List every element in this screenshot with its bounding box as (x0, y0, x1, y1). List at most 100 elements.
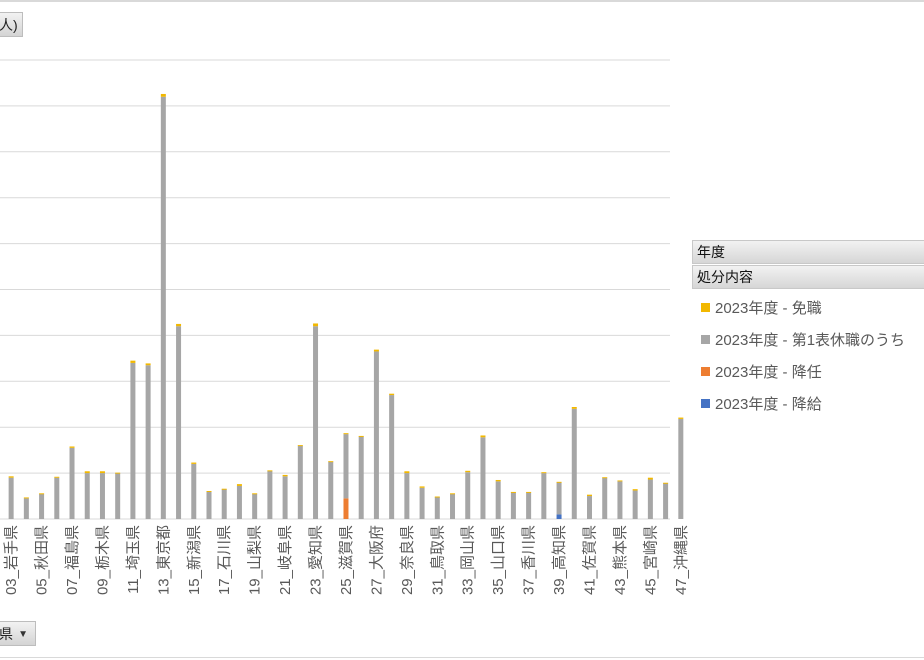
legend-item-pay-cut: 2023年度 - 降給 (701, 393, 822, 414)
bar-segment (571, 408, 577, 519)
x-tick-label: 41_佐賀県 (582, 525, 599, 595)
bar-segment (313, 326, 319, 519)
bar-segment (343, 433, 349, 435)
bar-segment (267, 470, 273, 472)
bar-segment (602, 477, 608, 479)
bar-segment (358, 436, 364, 519)
bar-segment (480, 437, 486, 519)
bar-segment (343, 434, 349, 499)
x-tick-label: 35_山口県 (490, 525, 507, 595)
x-tick-label: 33_岡山県 (460, 525, 477, 595)
bar-segment (510, 491, 516, 493)
bar-segment (663, 482, 669, 484)
bar-segment (465, 470, 471, 473)
bar-segment (328, 461, 334, 519)
bar-segment (678, 418, 684, 519)
legend-label: 2023年度 - 降任 (715, 364, 822, 381)
bar-segment (313, 323, 319, 327)
bar-segment (632, 490, 638, 519)
legend-item-leave: 2023年度 - 第1表休職のうち (701, 329, 905, 350)
bar-segment (115, 472, 121, 474)
bar-segment (434, 496, 440, 519)
bar-segment (160, 93, 166, 97)
bar-segment (510, 492, 516, 519)
legend-item-demotion: 2023年度 - 降任 (701, 361, 822, 382)
bar-segment (495, 479, 501, 482)
bar-segment (647, 479, 653, 519)
bar-segment (602, 477, 608, 519)
bar-segment (526, 492, 532, 519)
bar-segment (145, 363, 151, 366)
bar-segment (221, 489, 227, 519)
value-field-label: 人) (0, 16, 18, 33)
x-tick-label: 21_岐阜県 (277, 525, 294, 595)
bar-segment (343, 498, 349, 519)
bar-segment (663, 483, 669, 519)
bar-segment (282, 476, 288, 519)
bar-segment (526, 491, 532, 493)
bar-segment (252, 493, 258, 495)
bar-segment (404, 471, 410, 474)
x-tick-label: 43_熊本県 (612, 525, 629, 595)
bar-segment (99, 473, 105, 519)
bar-segment (160, 96, 166, 519)
bar-segment (191, 462, 197, 464)
x-tick-label: 37_香川県 (521, 525, 538, 595)
bar-segment (39, 493, 45, 495)
legend-swatch-icon (701, 399, 710, 408)
bar-segment (115, 473, 121, 519)
bar-segment (373, 349, 379, 352)
bar-segment (8, 476, 14, 478)
gridlines (0, 59, 670, 520)
x-tick-label: 31_鳥取県 (428, 525, 446, 595)
value-field-button[interactable]: 人) (0, 12, 23, 37)
bar-segment (23, 498, 29, 519)
legend-year-field-button[interactable]: 年度 (692, 240, 924, 264)
bar-segment (419, 486, 425, 488)
bar-segment (176, 326, 182, 519)
axis-field-button[interactable]: 県 ▼ (0, 621, 36, 646)
bar-segment (206, 491, 212, 519)
bar-segment (571, 407, 577, 409)
bar-segment (465, 472, 471, 519)
bar-segment (84, 471, 90, 474)
bar-segment (587, 494, 592, 497)
bar-segment (556, 482, 562, 515)
bar-segment (541, 473, 547, 519)
bar-segment (236, 484, 242, 486)
x-tick-label: 47_沖縄県 (673, 525, 690, 595)
bar-segment (130, 362, 136, 519)
x-axis-tick-labels: 01_北海道03_岩手県05_秋田県07_福島県09_栃木県11_埼玉県13_東… (3, 525, 690, 595)
x-tick-label: 27_大阪府 (368, 525, 385, 595)
bar-segment (404, 473, 410, 519)
legend-swatch-icon (701, 303, 710, 312)
bar-segment (297, 445, 303, 447)
x-tick-label: 17_石川県 (216, 525, 233, 595)
bar-segment (450, 493, 456, 495)
x-tick-label: 15_新潟県 (186, 525, 203, 595)
bar-segment (434, 496, 440, 498)
x-tick-label: 07_福島県 (64, 525, 81, 595)
bar-segment (328, 461, 334, 463)
bar-segment (647, 477, 653, 480)
bar-segment (480, 435, 486, 438)
bar-segment (176, 323, 182, 327)
bar-segment (389, 393, 395, 396)
x-tick-label: 29_奈良県 (399, 525, 416, 595)
legend-swatch-icon (701, 335, 710, 344)
bar-segment (358, 435, 364, 437)
bar-segment (252, 493, 258, 519)
bar-segment (450, 493, 456, 519)
legend-type-label: 処分内容 (697, 269, 753, 285)
bar-segment (282, 474, 288, 477)
x-tick-label: 23_愛知県 (308, 525, 325, 595)
bar-segment (145, 365, 151, 519)
axis-field-label: 県 (0, 625, 13, 642)
bar-segment (54, 476, 60, 478)
legend-type-field-button[interactable]: 処分内容 (692, 265, 924, 289)
x-tick-label: 11_埼玉県 (125, 525, 142, 594)
bar-segment (23, 497, 29, 499)
legend-item-dismissal: 2023年度 - 免職 (701, 297, 822, 318)
bar-segment (389, 395, 395, 519)
bar-segment (541, 472, 547, 474)
